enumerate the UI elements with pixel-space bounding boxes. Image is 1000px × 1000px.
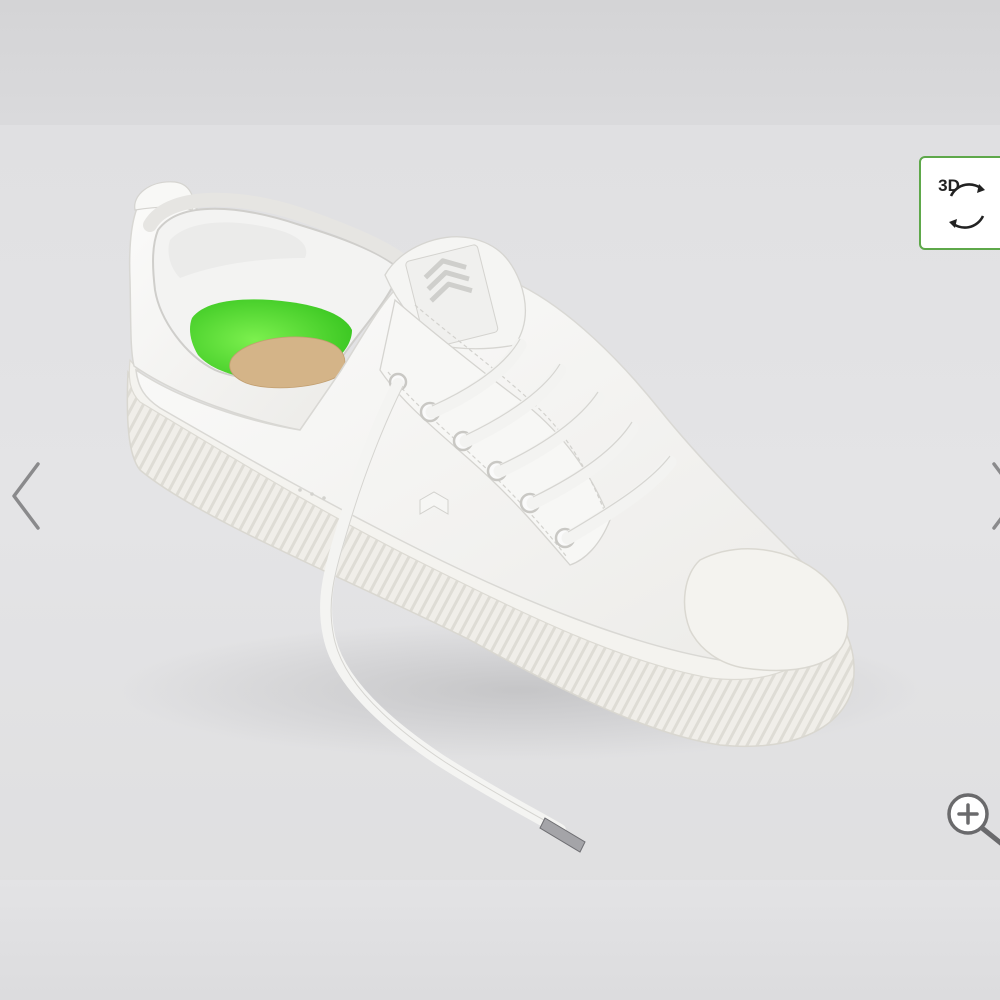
- chevron-left-icon: [12, 462, 40, 530]
- toe-cap: [683, 548, 849, 672]
- product-image: [120, 181, 920, 853]
- chevron-right-icon: [992, 462, 1000, 530]
- previous-image-button[interactable]: [6, 456, 46, 536]
- zoom-in-icon: [947, 793, 1000, 846]
- view-3d-label: 3D: [938, 176, 960, 195]
- view-3d-button[interactable]: 3D: [919, 156, 1000, 250]
- zoom-button[interactable]: [940, 786, 1000, 848]
- lace-aglet: [539, 817, 586, 853]
- next-image-button[interactable]: [984, 456, 1000, 536]
